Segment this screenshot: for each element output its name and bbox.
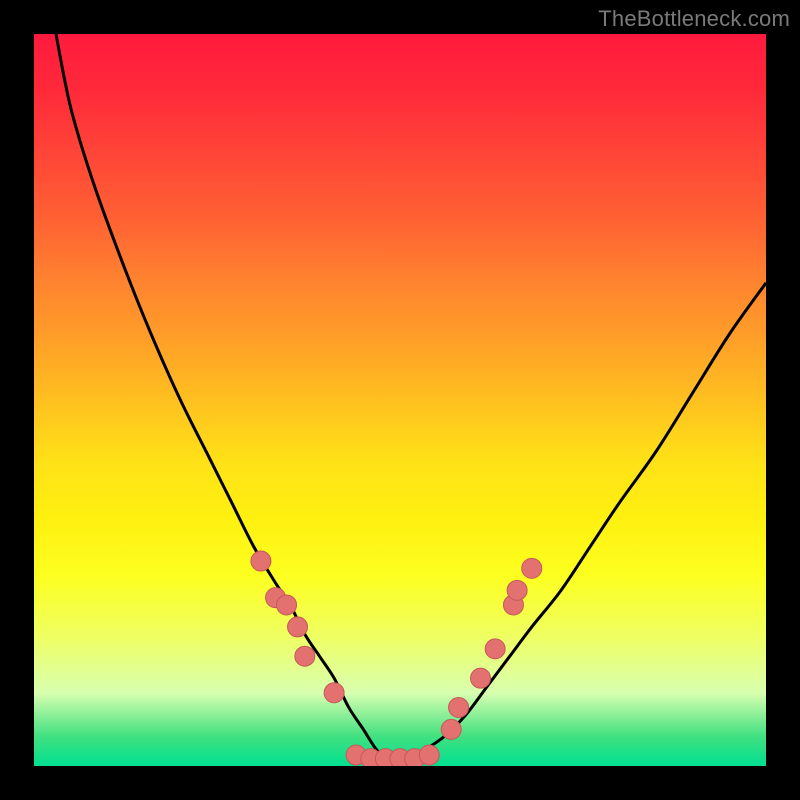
data-marker [449,697,469,717]
data-marker [277,595,297,615]
data-marker [485,639,505,659]
data-marker [507,580,527,600]
chart-svg [34,34,766,766]
data-marker [324,683,344,703]
data-marker [251,551,271,571]
curve-path [56,34,766,760]
data-markers [251,551,542,766]
chart-frame: TheBottleneck.com [0,0,800,800]
data-marker [419,745,439,765]
plot-area [34,34,766,766]
data-marker [441,719,461,739]
watermark-text: TheBottleneck.com [598,6,790,32]
data-marker [288,617,308,637]
data-marker [471,668,491,688]
data-marker [522,558,542,578]
data-marker [295,646,315,666]
bottleneck-curve [56,34,766,760]
